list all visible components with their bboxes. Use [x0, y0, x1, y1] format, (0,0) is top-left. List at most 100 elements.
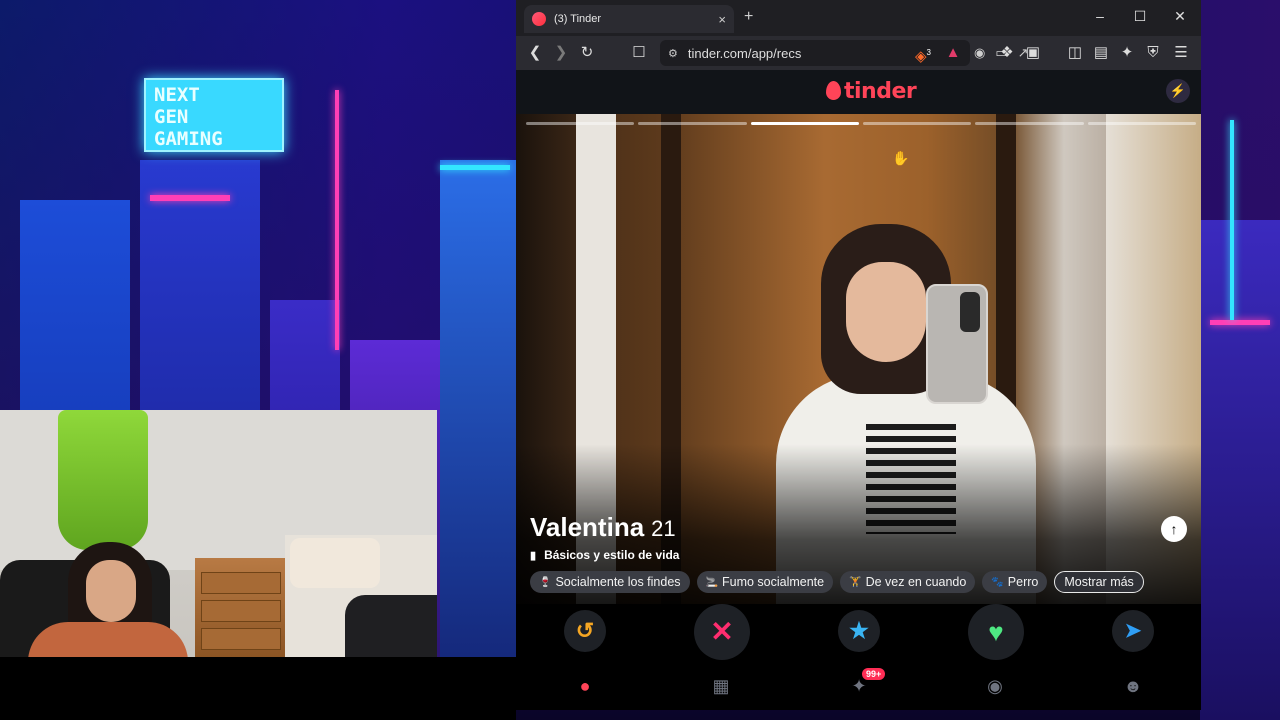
likes-count-badge: 99+	[862, 668, 886, 680]
photo-progress-segment[interactable]	[862, 122, 972, 125]
lifestyle-chip: 🐾 Perro	[982, 571, 1048, 593]
photo-progress-segment[interactable]	[750, 122, 859, 125]
photo-phone-camera	[960, 292, 980, 332]
extensions-icon[interactable]: ❖	[998, 44, 1016, 62]
webcam-drawer	[201, 628, 281, 650]
leo-ai-icon[interactable]: ✦	[1118, 44, 1136, 62]
next-gen-gaming-sign: NEXT GEN GAMING	[144, 78, 284, 152]
expand-profile-button[interactable]: ↑	[1161, 516, 1187, 542]
brave-rewards-icon[interactable]: ▲	[944, 44, 962, 62]
browser-toolbar: ❮ ❯ ↻ ☐ ⚙ tinder.com/app/recs ◉ ▭ ↗ ◈3 ▲…	[516, 36, 1201, 70]
webcam-overlay	[0, 410, 437, 657]
close-window-button[interactable]: ✕	[1170, 8, 1190, 25]
wallpaper-neon	[1210, 320, 1270, 325]
sign-line: GEN	[154, 106, 189, 128]
photo-progress-segment[interactable]	[1087, 122, 1196, 125]
show-more-button[interactable]: Mostrar más	[1054, 571, 1144, 593]
screenshot-icon[interactable]: ▣	[1024, 44, 1042, 62]
back-icon[interactable]: ❮	[526, 44, 544, 62]
tinder-logo-text: tinder	[844, 79, 917, 104]
lifestyle-chip-label: De vez en cuando	[865, 575, 967, 589]
nav-profile-icon[interactable]: ☻	[1118, 676, 1148, 697]
photo-progress-segment[interactable]	[975, 122, 1084, 125]
browser-window: (3) Tinder × + – ☐ ✕ ❮ ❯ ↻ ☐ ⚙ tinder.co…	[516, 0, 1201, 710]
sidebar-icon[interactable]: ◫	[1066, 44, 1084, 62]
brave-shields-icon[interactable]: ◈3	[914, 44, 932, 66]
minimize-button[interactable]: –	[1090, 8, 1110, 24]
paw-icon: 🐾	[991, 576, 1004, 588]
sign-line: NEXT	[154, 84, 200, 106]
tab-close-icon[interactable]: ×	[718, 12, 726, 27]
wallpaper-neon	[150, 195, 230, 201]
profile-section-label: ▮ Básicos y estilo de vida	[530, 548, 679, 562]
lifestyle-chip: 🏋 De vez en cuando	[840, 571, 976, 593]
mouse-cursor-icon: ✋	[892, 150, 910, 166]
bookmark-icon[interactable]: ☐	[630, 44, 648, 62]
super-like-button[interactable]: ★	[838, 610, 880, 652]
wallpaper-building	[1200, 220, 1280, 720]
webcam-pillow	[290, 538, 380, 588]
photo-face	[846, 262, 926, 362]
maximize-button[interactable]: ☐	[1130, 8, 1150, 25]
reload-icon[interactable]: ↻	[578, 44, 596, 62]
tinder-flame-icon	[826, 81, 841, 100]
nav-swipe-icon[interactable]: ●	[570, 676, 600, 697]
like-button[interactable]: ♥	[968, 604, 1024, 660]
lifestyle-chip-label: Fumo socialmente	[721, 575, 825, 589]
section-label-text: Básicos y estilo de vida	[544, 548, 680, 562]
webcam-drawer	[201, 572, 281, 594]
wallpaper-neon	[440, 165, 510, 170]
wallpaper-neon	[1230, 120, 1234, 320]
location-icon[interactable]: ◉	[974, 45, 985, 61]
boost-button[interactable]: ➤	[1112, 610, 1154, 652]
profile-card[interactable]: Valentina 21 ▮ Básicos y estilo de vida …	[516, 114, 1201, 604]
wallet-icon[interactable]: ▤	[1092, 44, 1110, 62]
forward-icon[interactable]: ❯	[552, 44, 570, 62]
site-settings-icon[interactable]: ⚙	[668, 47, 678, 60]
tinder-logo[interactable]: tinder	[826, 79, 917, 104]
profile-age: 21	[651, 516, 676, 541]
wallpaper-neon	[335, 90, 339, 350]
lightning-icon[interactable]: ⚡	[1166, 79, 1190, 103]
tab-title: (3) Tinder	[554, 13, 602, 25]
tab-tinder[interactable]: (3) Tinder ×	[524, 5, 734, 33]
lifestyle-chip-label: Perro	[1007, 575, 1039, 589]
tag-icon: ▮	[530, 549, 537, 562]
profile-name-row: Valentina 21	[530, 512, 676, 543]
wallpaper-building	[440, 160, 516, 720]
wine-glass-icon: 🍷	[539, 576, 552, 588]
vpn-icon[interactable]: ⛨	[1144, 44, 1162, 62]
webcam-person-shirt	[28, 622, 188, 657]
profile-name: Valentina	[530, 512, 645, 542]
url-text[interactable]: tinder.com/app/recs	[688, 46, 801, 61]
lifestyle-chip: 🍷 Socialmente los findes	[530, 571, 690, 593]
lifestyle-chip: 🚬 Fumo socialmente	[696, 571, 834, 593]
webcam-green-hoodie	[58, 410, 148, 550]
nope-button[interactable]: ✕	[694, 604, 750, 660]
webcam-dark-cloth	[345, 595, 437, 657]
menu-icon[interactable]: ☰	[1172, 44, 1190, 62]
brave-badge: 3	[926, 48, 931, 57]
nav-explore-icon[interactable]: ▦	[706, 676, 736, 697]
photo-phone	[926, 284, 988, 404]
bottom-nav: ● ▦ ✦ 99+ ◉ ☻	[516, 664, 1201, 710]
smoking-icon: 🚬	[705, 576, 718, 588]
lifestyle-chips: 🍷 Socialmente los findes 🚬 Fumo socialmente…	[530, 571, 1144, 593]
webcam-nightstand	[195, 558, 287, 657]
webcam-person	[28, 542, 188, 657]
webcam-person-face	[86, 560, 136, 622]
new-tab-button[interactable]: +	[744, 8, 753, 26]
photo-progress	[526, 122, 1196, 125]
photo-progress-segment[interactable]	[638, 122, 747, 125]
nav-messages-icon[interactable]: ◉	[980, 676, 1010, 697]
tinder-header: tinder ⚡	[516, 70, 1201, 114]
lifestyle-chip-label: Socialmente los findes	[555, 575, 681, 589]
black-strip	[0, 657, 516, 720]
dumbbell-icon: 🏋	[849, 576, 862, 588]
rewind-button[interactable]: ↺	[564, 610, 606, 652]
photo-progress-segment[interactable]	[526, 122, 635, 125]
tab-bar: (3) Tinder × + – ☐ ✕	[516, 0, 1201, 36]
action-buttons: ↺ ✕ ★ ♥ ➤	[516, 604, 1201, 664]
tinder-favicon-icon	[532, 12, 546, 26]
webcam-drawer	[201, 600, 281, 622]
